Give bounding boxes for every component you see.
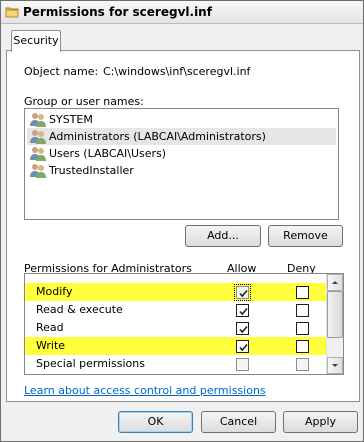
deny-write-checkbox[interactable] (296, 340, 309, 353)
permission-name: Write (36, 339, 66, 352)
permission-row-read-execute: Read & execute (25, 301, 326, 319)
list-item-label: Administrators (LABCAI\Administrators) (49, 130, 266, 143)
security-tab-panel: Object name: C:\windows\inf\sceregvl.inf… (6, 50, 360, 402)
users-icon (30, 129, 46, 144)
list-item-label: TrustedInstaller (49, 164, 134, 177)
list-item-users[interactable]: Users (LABCAI\Users) (27, 145, 336, 162)
deny-read-checkbox[interactable] (296, 322, 309, 335)
allow-write-checkbox[interactable] (236, 340, 249, 353)
users-icon (30, 163, 46, 178)
list-item-label: Users (LABCAI\Users) (49, 147, 167, 160)
allow-modify-checkbox[interactable] (234, 284, 251, 301)
scroll-up-button[interactable] (327, 274, 343, 291)
users-icon (30, 146, 46, 161)
group-user-listbox[interactable]: SYSTEM Administrators (LABCAI\Administra… (24, 108, 339, 220)
deny-read-execute-checkbox[interactable] (296, 304, 309, 317)
apply-button[interactable]: Apply (283, 411, 358, 433)
permission-row-modify: Modify (25, 283, 326, 301)
allow-special-checkbox[interactable] (236, 358, 249, 371)
group-names-label: Group or user names: (24, 95, 144, 108)
scroll-thumb[interactable] (327, 291, 343, 338)
title-bar: Permissions for sceregvl.inf (1, 1, 363, 24)
allow-read-checkbox[interactable] (236, 322, 249, 335)
permissions-scrollbar[interactable] (326, 274, 343, 374)
permission-row-special: Special permissions (25, 355, 326, 373)
deny-modify-checkbox[interactable] (296, 286, 309, 299)
chevron-down-icon (332, 364, 338, 367)
chevron-up-icon (332, 281, 338, 284)
permission-row-write: Write (25, 337, 326, 355)
users-icon (30, 112, 46, 127)
object-name-label: Object name: (24, 65, 99, 78)
allow-read-execute-checkbox[interactable] (236, 304, 249, 317)
permission-name: Modify (36, 285, 73, 298)
permissions-list: Modify Read & execute Read Write Special… (24, 273, 344, 375)
list-item-administrators[interactable]: Administrators (LABCAI\Administrators) (27, 128, 336, 145)
list-item-label: SYSTEM (49, 113, 93, 126)
list-item-system[interactable]: SYSTEM (27, 111, 336, 128)
folder-icon (5, 5, 19, 19)
list-item-trustedinstaller[interactable]: TrustedInstaller (27, 162, 336, 179)
deny-special-checkbox[interactable] (296, 358, 309, 371)
add-button[interactable]: Add... (185, 225, 261, 247)
permission-name: Read (36, 321, 64, 334)
permission-row-read: Read (25, 319, 326, 337)
ok-button[interactable]: OK (118, 411, 193, 433)
permissions-dialog: Permissions for sceregvl.inf Security Ob… (0, 0, 364, 442)
permission-name: Special permissions (36, 357, 145, 370)
permission-name: Read & execute (36, 303, 123, 316)
remove-button[interactable]: Remove (268, 225, 343, 247)
object-name-value: C:\windows\inf\sceregvl.inf (103, 65, 251, 78)
learn-more-link[interactable]: Learn about access control and permissio… (24, 384, 266, 397)
scroll-down-button[interactable] (327, 357, 343, 374)
tab-security[interactable]: Security (11, 30, 61, 52)
window-title: Permissions for sceregvl.inf (23, 5, 212, 19)
cancel-button[interactable]: Cancel (201, 411, 276, 433)
